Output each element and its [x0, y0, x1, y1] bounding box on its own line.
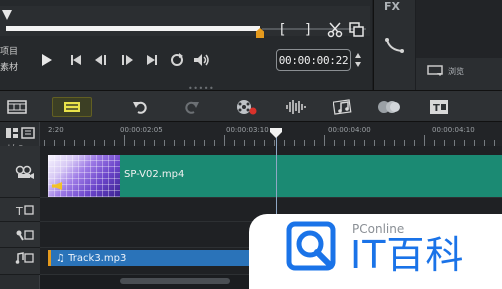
ruler-tick	[324, 135, 325, 146]
title-track-icon[interactable]: T	[14, 203, 36, 217]
ruler-tick	[224, 135, 225, 146]
voice-track-icon[interactable]	[14, 228, 36, 242]
library-browse-icon[interactable]	[426, 64, 446, 78]
video-clip-thumbnail	[48, 155, 120, 197]
motion-tracking-icon[interactable]	[376, 97, 402, 117]
skip-to-start-icon[interactable]	[68, 52, 84, 68]
undo-icon[interactable]	[130, 98, 150, 116]
ruler-tick	[424, 135, 425, 146]
panel-grip[interactable]: • • • • •	[188, 84, 214, 93]
mark-in-button[interactable]: [	[280, 22, 285, 38]
redo-icon[interactable]	[182, 98, 202, 116]
side-label-project[interactable]: 项目	[0, 44, 18, 57]
ruler-tick	[124, 135, 125, 146]
skip-to-end-icon[interactable]	[144, 52, 160, 68]
svg-text:T: T	[433, 103, 440, 114]
ruler-label: 2:20	[48, 126, 64, 134]
timecode-display[interactable]: 00:00:00:22	[276, 49, 351, 71]
play-icon[interactable]	[38, 52, 56, 68]
pconline-logo-icon	[286, 221, 338, 279]
auto-music-icon[interactable]	[332, 97, 356, 117]
volume-icon[interactable]	[192, 52, 212, 68]
scrub-track[interactable]	[6, 26, 260, 31]
ruler-label: 00:00:04:10	[432, 126, 475, 134]
video-track-icon[interactable]	[14, 164, 36, 180]
sound-mixer-icon[interactable]	[284, 97, 308, 117]
repeat-icon[interactable]	[168, 52, 186, 68]
record-capture-icon[interactable]	[234, 97, 258, 117]
timecode-text: 00:00:00:22	[278, 53, 349, 67]
ruler-label: 00:00:03:10	[226, 126, 269, 134]
timeline-view-icon	[62, 100, 82, 114]
next-frame-icon[interactable]	[118, 52, 136, 68]
ruler-label: 00:00:02:05	[120, 126, 163, 134]
storyboard-view-icon[interactable]	[6, 98, 28, 116]
ruler-label: 00:00:04:00	[328, 126, 371, 134]
video-clip-name: SP-V02.mp4	[124, 169, 185, 180]
track-manager-icon[interactable]	[4, 126, 20, 140]
subtitle-editor-icon[interactable]: T	[428, 98, 450, 116]
timeline-scrollbar-thumb[interactable]	[120, 278, 230, 284]
scrub-bar	[0, 6, 370, 36]
chapter-marker-icon[interactable]	[20, 126, 36, 140]
path-motion-icon[interactable]	[382, 36, 408, 56]
previous-frame-icon[interactable]	[92, 52, 110, 68]
watermark-brand: IT百科	[350, 233, 465, 277]
timecode-stepper-icon[interactable]	[353, 50, 363, 70]
mark-out-button[interactable]: ]	[305, 22, 310, 38]
thumbnail-tiles	[48, 155, 120, 197]
library-browse-label[interactable]: 浏览	[448, 66, 464, 77]
copy-icon[interactable]	[348, 22, 366, 38]
svg-text:T: T	[15, 205, 23, 216]
music-track-icon[interactable]	[14, 251, 36, 265]
split-scissors-icon[interactable]	[326, 22, 344, 38]
fx-label[interactable]: FX	[384, 0, 400, 13]
side-label-clip[interactable]: 素材	[0, 60, 18, 73]
library-preview	[416, 0, 502, 58]
audio-clip-name: ♫ Track3.mp3	[56, 253, 127, 264]
